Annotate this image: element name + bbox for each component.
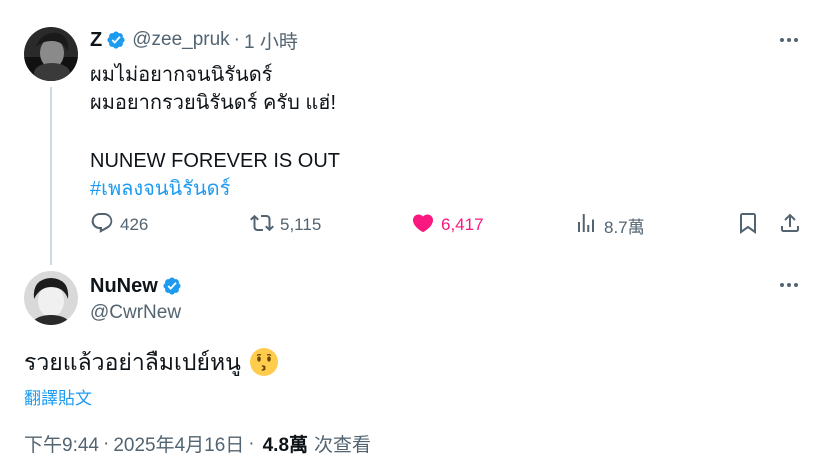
- views-icon: [574, 211, 598, 240]
- hashtag-link[interactable]: #เพลงจนนิรันดร์: [90, 175, 790, 203]
- views-count[interactable]: 4.8萬: [263, 430, 308, 457]
- avatar[interactable]: [24, 27, 78, 81]
- parent-tweet[interactable]: Z @zee_pruk · 1 小時 ผมไม่อยากจนนิรันดร์ ผ…: [0, 0, 826, 265]
- more-icon[interactable]: [777, 275, 801, 295]
- avatar[interactable]: [24, 271, 78, 325]
- like-icon: [411, 211, 435, 240]
- reply-count: 426: [120, 215, 149, 234]
- tweet-text: รวยแล้วอย่าลืมเปย์หนู: [24, 345, 279, 379]
- reply-icon: [90, 211, 114, 240]
- views-label: 次查看: [314, 435, 372, 456]
- like-button[interactable]: 6,417: [411, 210, 484, 240]
- kissing-face-emoji: [249, 347, 279, 377]
- more-icon[interactable]: [777, 30, 801, 50]
- user-handle[interactable]: @zee_pruk: [132, 29, 229, 51]
- separator-dot: ·: [233, 29, 240, 50]
- tweet-meta: 下午9:44 · 2025年4月16日 · 4.8萬 次查看: [24, 430, 371, 457]
- share-button[interactable]: [778, 210, 802, 240]
- tweet-header: Z @zee_pruk · 1 小時: [90, 27, 298, 54]
- tweet-actions: 426 5,115 6,417 8.7萬: [90, 210, 802, 240]
- line-break: [90, 117, 790, 147]
- share-icon: [778, 211, 802, 240]
- tweet-line: รวยแล้วอย่าลืมเปย์หนู: [24, 349, 241, 375]
- tweet-time[interactable]: 下午9:44: [24, 430, 99, 457]
- tweet-line: NUNEW FOREVER IS OUT: [90, 150, 341, 172]
- avatar-photo: [24, 27, 78, 81]
- translate-link[interactable]: 翻譯貼文: [24, 384, 92, 409]
- tweet-time[interactable]: 1 小時: [244, 27, 298, 54]
- tweet-date[interactable]: 2025年4月16日: [113, 430, 244, 457]
- retweet-icon: [250, 211, 274, 240]
- reply-button[interactable]: 426: [90, 210, 148, 240]
- user-handle[interactable]: @CwrNew: [90, 302, 181, 324]
- like-count: 6,417: [441, 215, 484, 234]
- tweet-header: NuNew: [90, 273, 182, 299]
- avatar-photo: [24, 271, 78, 325]
- thread-connector: [50, 87, 52, 265]
- tweet-line: ผมอยากรวยนิรันดร์ ครับ แฮ่!: [90, 92, 337, 114]
- views-button[interactable]: 8.7萬: [574, 210, 645, 240]
- views-count: 8.7萬: [604, 217, 645, 237]
- verified-icon: [162, 276, 182, 296]
- display-name[interactable]: NuNew: [90, 275, 158, 298]
- retweet-count: 5,115: [280, 215, 322, 234]
- retweet-button[interactable]: 5,115: [250, 210, 321, 240]
- display-name[interactable]: Z: [90, 29, 102, 52]
- separator-dot: ·: [248, 432, 255, 454]
- separator-dot: ·: [102, 432, 110, 454]
- verified-icon: [106, 30, 126, 50]
- bookmark-button[interactable]: [736, 210, 760, 240]
- tweet-text: ผมไม่อยากจนนิรันดร์ ผมอยากรวยนิรันดร์ คร…: [90, 61, 790, 203]
- tweet-line: ผมไม่อยากจนนิรันดร์: [90, 64, 273, 86]
- bookmark-icon: [736, 211, 760, 240]
